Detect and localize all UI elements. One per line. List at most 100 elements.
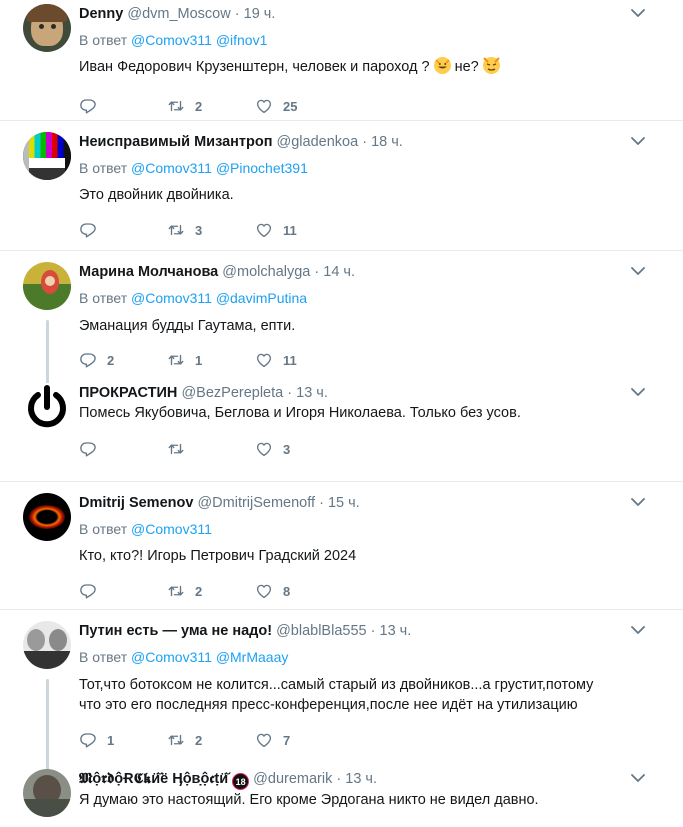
tweet-text: Иван Федорович Крузенштерн, человек и па…	[79, 57, 643, 77]
display-name[interactable]: Неисправимый Мизантроп	[79, 134, 272, 150]
user-handle[interactable]: @dvm_Moscow	[127, 6, 230, 22]
mention-link[interactable]: @Comov311	[131, 32, 212, 48]
reply-button[interactable]	[79, 97, 167, 115]
mention-link[interactable]: @Comov311	[131, 160, 212, 176]
tweet-header: Путин есть — ума не надо! @blablBla555 ·…	[79, 621, 643, 641]
caret-down-icon[interactable]	[631, 387, 645, 397]
mention-link[interactable]: @ifnov1	[216, 32, 268, 48]
avatar[interactable]	[23, 769, 71, 817]
tweet-gladenkoa[interactable]: Неисправимый Мизантроп @gladenkoa · 18 ч…	[0, 121, 683, 251]
tweet-header: ПРОКРАСТИН @BezPerepleta · 13 ч.	[79, 383, 643, 403]
like-button[interactable]: 25	[255, 97, 343, 115]
retweet-button[interactable]: 2	[167, 731, 255, 749]
display-name[interactable]: Марина Молчанова	[79, 264, 218, 280]
reply-icon	[79, 97, 97, 115]
mention-link[interactable]: @davimPutina	[216, 290, 307, 306]
user-handle[interactable]: @BezPerepleta	[181, 385, 283, 401]
separator-dot: ·	[314, 264, 320, 280]
caret-down-icon[interactable]	[631, 497, 645, 507]
timestamp[interactable]: 13 ч.	[380, 623, 412, 639]
reply-context: В ответ @Comov311 @davimPutina	[79, 288, 643, 308]
timestamp[interactable]: 13 ч.	[345, 771, 377, 787]
retweet-icon	[167, 582, 185, 600]
retweet-icon	[167, 731, 185, 749]
retweet-button[interactable]	[167, 440, 255, 458]
retweet-icon	[167, 97, 185, 115]
like-button[interactable]: 8	[255, 582, 343, 600]
retweet-button[interactable]: 3	[167, 221, 255, 239]
reply-button[interactable]: 2	[79, 351, 167, 369]
display-name[interactable]: Denny	[79, 6, 123, 22]
tweet-denny[interactable]: Denny @dvm_Moscow · 19 ч. В ответ @Comov…	[0, 0, 683, 121]
caret-down-icon[interactable]	[631, 773, 645, 783]
tweet-text: Я думаю это настоящий. Его кроме Эрдоган…	[79, 792, 539, 808]
avatar[interactable]	[23, 262, 71, 310]
avatar[interactable]	[23, 383, 71, 431]
separator-dot: ·	[336, 771, 342, 787]
reply-icon	[79, 582, 97, 600]
like-button[interactable]: 11	[255, 221, 343, 239]
caret-down-icon[interactable]	[631, 625, 645, 635]
display-name[interactable]: Путин есть — ума не надо!	[79, 623, 272, 639]
user-handle[interactable]: @gladenkoa	[277, 134, 359, 150]
tweet-bezperepleta[interactable]: ПРОКРАСТИН @BezPerepleta · 13 ч. Помесь …	[0, 377, 683, 482]
caret-down-icon[interactable]	[631, 136, 645, 146]
reply-icon	[79, 731, 97, 749]
retweet-icon	[167, 221, 185, 239]
user-handle[interactable]: @duremarik	[253, 771, 332, 787]
reply-icon	[79, 221, 97, 239]
like-icon	[255, 221, 273, 239]
like-button[interactable]: 3	[255, 440, 343, 458]
mention-link[interactable]: @Pinochet391	[216, 160, 308, 176]
avatar[interactable]	[23, 4, 71, 52]
mention-link[interactable]: @MrMaaay	[216, 649, 289, 665]
timestamp[interactable]: 13 ч.	[296, 385, 328, 401]
avatar[interactable]	[23, 132, 71, 180]
display-name[interactable]: 𝕸ộ𝖗𝖉ộɌ𝕮𝖐ӥ̆ё Ӊộв̣ộ𝖈ṭӥ̆	[79, 771, 228, 787]
reply-prefix: В ответ	[79, 649, 128, 665]
timestamp[interactable]: 15 ч.	[328, 495, 360, 511]
user-handle[interactable]: @DmitrijSemenoff	[197, 495, 315, 511]
display-name[interactable]: Dmitrij Semenov	[79, 495, 193, 511]
caret-down-icon[interactable]	[631, 266, 645, 276]
separator-dot: ·	[319, 495, 324, 511]
reply-prefix: В ответ	[79, 521, 128, 537]
reply-icon	[79, 351, 97, 369]
timestamp[interactable]: 14 ч.	[323, 264, 355, 280]
retweet-icon	[167, 440, 185, 458]
retweet-button[interactable]: 2	[167, 97, 255, 115]
retweet-button[interactable]: 1	[167, 351, 255, 369]
reply-context: В ответ @Comov311	[79, 519, 643, 539]
timestamp[interactable]: 18 ч.	[371, 134, 403, 150]
power-icon	[28, 385, 66, 428]
mention-link[interactable]: @Comov311	[131, 649, 212, 665]
tweet-blablbla555[interactable]: Путин есть — ума не надо! @blablBla555 ·…	[0, 610, 683, 774]
avatar[interactable]	[23, 621, 71, 669]
timestamp[interactable]: 19 ч.	[244, 6, 276, 22]
caret-down-icon[interactable]	[631, 8, 645, 18]
reply-button[interactable]: 1	[79, 731, 167, 749]
user-handle[interactable]: @blablBla555	[276, 623, 367, 639]
reply-prefix: В ответ	[79, 290, 128, 306]
display-name[interactable]: ПРОКРАСТИН	[79, 385, 177, 401]
tweet-actions: 2 1 11	[79, 350, 643, 370]
separator-dot: ·	[370, 623, 376, 639]
tweet-actions: 2 25	[79, 96, 643, 116]
reply-button[interactable]	[79, 221, 167, 239]
tweet-header: Неисправимый Мизантроп @gladenkoa · 18 ч…	[79, 132, 643, 152]
mention-link[interactable]: @Comov311	[131, 290, 212, 306]
tweet-text: Тот,что ботоксом не колится...самый стар…	[79, 675, 643, 715]
like-icon	[255, 440, 273, 458]
reply-button[interactable]	[79, 582, 167, 600]
tweet-dmitrijsemenoff[interactable]: Dmitrij Semenov @DmitrijSemenoff · 15 ч.…	[0, 482, 683, 610]
mention-link[interactable]: @Comov311	[131, 521, 212, 537]
retweet-button[interactable]: 2	[167, 582, 255, 600]
like-button[interactable]: 7	[255, 731, 343, 749]
like-button[interactable]: 11	[255, 351, 343, 369]
tweet-duremarik[interactable]: 𝕸ộ𝖗𝖉ộɌ𝕮𝖐ӥ̆ё Ӊộв̣ộ𝖈ṭӥ̆ 18 @duremarik · 13…	[0, 763, 683, 827]
avatar[interactable]	[23, 493, 71, 541]
tweet-header: Dmitrij Semenov @DmitrijSemenoff · 15 ч.	[79, 493, 643, 513]
reply-button[interactable]	[79, 440, 167, 458]
user-handle[interactable]: @molchalyga	[222, 264, 310, 280]
tweet-molchalyga[interactable]: Марина Молчанова @molchalyga · 14 ч. В о…	[0, 251, 683, 388]
